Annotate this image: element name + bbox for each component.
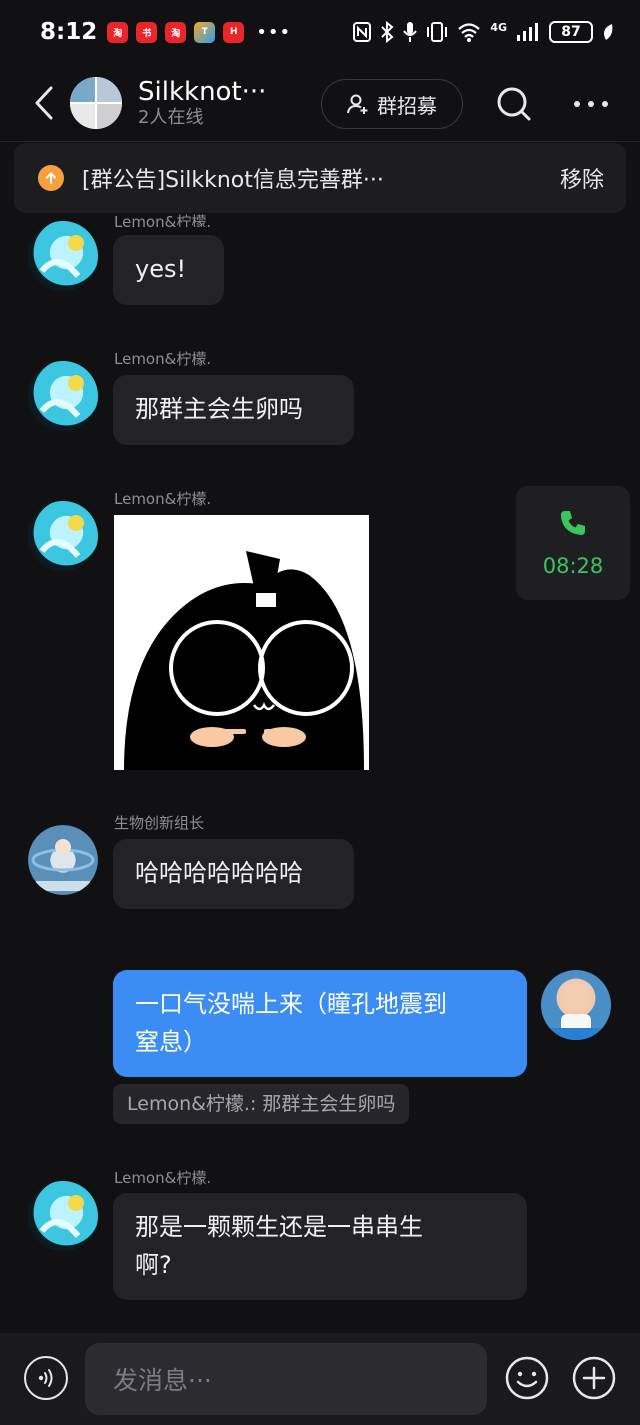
quoted-reply[interactable]: Lemon&柠檬.: 那群主会生卵吗 xyxy=(113,1084,410,1124)
emoji-button[interactable] xyxy=(505,1356,549,1400)
message-text-line: 窒息） xyxy=(135,1028,207,1056)
status-time: 8:12 xyxy=(40,19,98,45)
more-notifications-icon: ••• xyxy=(256,21,292,43)
avatar[interactable] xyxy=(28,825,98,895)
chat-title: Silkknot··· xyxy=(138,76,267,107)
message-bubble[interactable]: 哈哈哈哈哈哈哈 xyxy=(113,839,354,909)
chat-title-area[interactable]: Silkknot··· 2人在线 xyxy=(138,77,266,129)
add-person-icon xyxy=(347,94,368,114)
message-text-line: 那是一颗颗生还是一串串生 xyxy=(135,1213,423,1241)
sender-name: Lemon&柠檬. xyxy=(114,350,212,368)
chat-header: Silkknot··· 2人在线 群招募 xyxy=(0,64,640,142)
sender-name: Lemon&柠檬. xyxy=(114,1169,212,1187)
announcement-arrow-icon xyxy=(38,165,64,191)
message-text: 那群主会生卵吗 xyxy=(135,395,303,423)
status-bar: 8:12 淘 书 淘 T H ••• 4G 87 xyxy=(0,0,640,64)
more-dots-icon xyxy=(574,101,608,107)
call-duration: 08:28 xyxy=(542,554,604,578)
leaf-icon xyxy=(604,24,613,40)
huawei-app-icon: H xyxy=(223,21,245,43)
network-type: 4G xyxy=(490,20,507,34)
avatar[interactable] xyxy=(28,1181,98,1251)
more-actions-button[interactable] xyxy=(572,1356,616,1400)
call-record-card[interactable]: 08:28 xyxy=(516,486,630,600)
group-avatar[interactable] xyxy=(70,76,122,129)
message-input-placeholder: 发消息··· xyxy=(113,1366,212,1395)
chevron-left-icon xyxy=(35,86,53,119)
wifi-icon xyxy=(458,23,481,42)
battery-indicator: 87 xyxy=(549,21,593,43)
sender-name: 生物创新组长 xyxy=(114,814,205,832)
signal-icon xyxy=(517,23,538,41)
sticker-image[interactable] xyxy=(114,515,369,770)
xiaohongshu-app-icon: 书 xyxy=(136,21,158,43)
online-count: 2人在线 xyxy=(138,106,204,128)
group-announcement-bar[interactable]: [群公告]Silkknot信息完善群··· 移除 xyxy=(14,143,626,213)
announcement-text: [群公告]Silkknot信息完善群··· xyxy=(82,168,384,193)
message-text: 哈哈哈哈哈哈哈 xyxy=(135,859,303,887)
nfc-icon xyxy=(353,22,372,42)
battery-level: 87 xyxy=(561,24,581,40)
group-recruit-button[interactable]: 群招募 xyxy=(321,79,463,129)
sender-name: Lemon&柠檬. xyxy=(114,490,212,508)
message-text-line: 啊? xyxy=(135,1251,172,1279)
message-bubble[interactable]: 那群主会生卵吗 xyxy=(113,375,354,445)
avatar[interactable] xyxy=(28,501,98,571)
phone-icon xyxy=(561,511,585,535)
voice-input-button[interactable] xyxy=(24,1356,68,1400)
my-message-bubble[interactable]: 一口气没喘上来（瞳孔地震到 窒息） xyxy=(113,970,527,1077)
avatar[interactable] xyxy=(28,221,98,291)
message-text: yes! xyxy=(135,255,187,283)
bluetooth-icon xyxy=(381,21,394,43)
back-button[interactable] xyxy=(26,83,62,123)
more-menu-button[interactable] xyxy=(570,84,612,124)
taobao-app-icon-2: 淘 xyxy=(165,21,187,43)
avatar[interactable] xyxy=(28,361,98,431)
app-icon: T xyxy=(194,21,216,43)
emoji-icon xyxy=(505,1356,549,1400)
message-input[interactable]: 发消息··· xyxy=(85,1343,487,1415)
message-input-bar: 发消息··· xyxy=(0,1333,640,1425)
recruit-label: 群招募 xyxy=(377,93,437,118)
message-text-line: 一口气没喘上来（瞳孔地震到 xyxy=(135,990,447,1018)
taobao-app-icon: 淘 xyxy=(107,21,129,43)
my-avatar[interactable] xyxy=(541,970,611,1040)
voice-wave-icon xyxy=(38,1369,53,1387)
message-bubble[interactable]: yes! xyxy=(113,235,224,305)
plus-icon xyxy=(572,1356,616,1400)
remove-announcement-button[interactable]: 移除 xyxy=(560,162,604,194)
search-button[interactable] xyxy=(494,84,534,124)
microphone-icon xyxy=(403,22,418,42)
sender-name: Lemon&柠檬. xyxy=(114,213,212,227)
sticker-drawing xyxy=(114,515,369,770)
message-bubble[interactable]: 那是一颗颗生还是一串串生 啊? xyxy=(113,1193,527,1300)
vibrate-icon xyxy=(427,22,448,42)
search-icon xyxy=(497,87,531,121)
